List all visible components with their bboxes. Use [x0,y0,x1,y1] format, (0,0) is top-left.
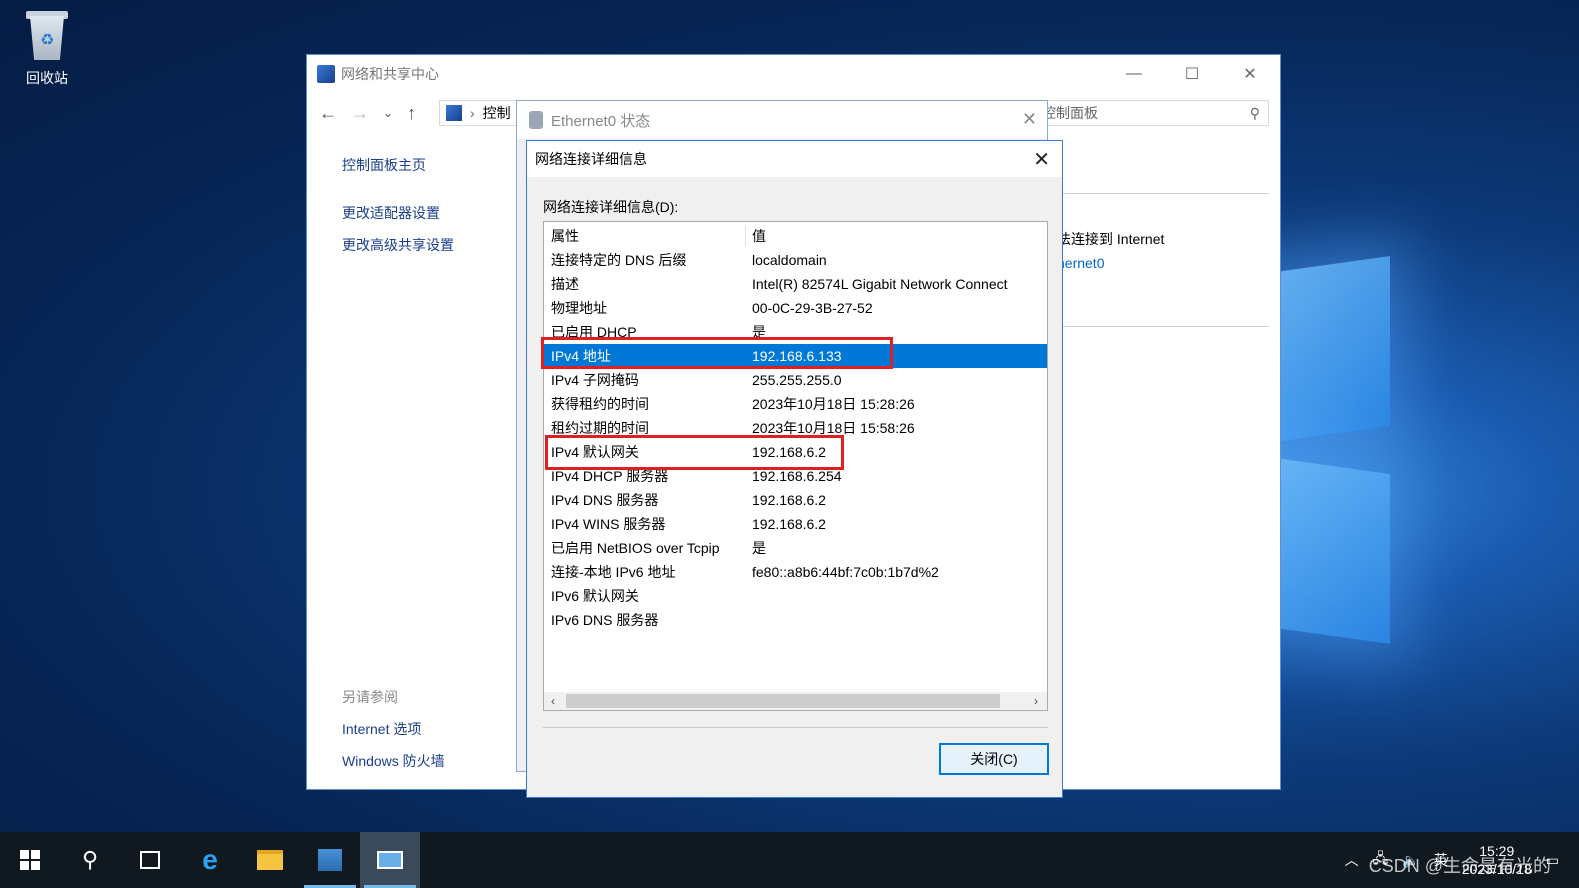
recycle-bin-label: 回收站 [26,70,68,86]
network-adapter-icon [529,111,543,129]
ipv4-address-highlight [541,337,893,369]
close-icon[interactable]: ✕ [1033,147,1050,172]
close-icon[interactable]: ✕ [1022,109,1037,130]
see-also-header: 另请参阅 [342,689,398,705]
value-cell: 255.255.255.0 [752,372,842,388]
value-cell: 192.168.6.2 [752,492,826,508]
scrollbar-thumb[interactable] [566,694,1000,708]
table-row[interactable]: 已启用 NetBIOS over Tcpip 是 [544,536,1047,560]
ethernet-window-title: Ethernet0 状态 [551,112,651,130]
see-also-section: 另请参阅 Internet 选项 Windows 防火墙 [342,687,445,783]
table-row[interactable]: 连接特定的 DNS 后缀 localdomain [544,248,1047,272]
network-center-icon [317,65,335,83]
dialog-title: 网络连接详细信息 [535,151,647,167]
control-panel-icon [446,105,462,121]
task-view-button[interactable] [120,832,180,888]
value-cell: localdomain [752,252,827,268]
internet-options-link[interactable]: Internet 选项 [342,719,445,739]
property-cell: IPv4 WINS 服务器 [551,516,666,532]
breadcrumb-separator-icon: › [470,105,475,121]
details-list-label: 网络连接详细信息(D): [543,199,679,215]
property-cell: 已启用 NetBIOS over Tcpip [551,540,720,556]
up-arrow-icon[interactable]: ↑ [407,103,416,124]
table-row[interactable]: IPv6 DNS 服务器 [544,608,1047,632]
table-row[interactable]: IPv4 WINS 服务器 192.168.6.2 [544,512,1047,536]
divider [1057,193,1269,194]
start-button[interactable] [0,832,60,888]
search-box[interactable]: 索控制面板 ⚲ [1019,100,1269,126]
forward-arrow-icon[interactable]: → [351,103,369,124]
close-button[interactable]: 关闭(C) [939,743,1049,775]
table-row[interactable]: 连接-本地 IPv6 地址 fe80::a8b6:44bf:7c0b:1b7d%2 [544,560,1047,584]
recycle-bin[interactable]: ♻ 回收站 [14,8,80,88]
table-row[interactable]: 物理地址 00-0C-29-3B-27-52 [544,296,1047,320]
divider [1057,326,1269,327]
change-adapter-settings-link[interactable]: 更改适配器设置 [342,203,454,223]
property-cell: 连接特定的 DNS 后缀 [551,252,687,268]
recent-dropdown-icon[interactable]: ⌄ [383,106,393,120]
ethernet-connection-link[interactable]: hernet0 [1057,255,1164,271]
server-manager-button[interactable] [300,832,360,888]
windows-start-icon [20,850,40,870]
property-cell: 获得租约的时间 [551,396,649,412]
change-advanced-sharing-link[interactable]: 更改高级共享设置 [342,235,454,255]
table-row[interactable]: IPv4 子网掩码 255.255.255.0 [544,368,1047,392]
value-cell: 2023年10月18日 15:28:26 [752,396,915,412]
ipv4-gateway-highlight [545,435,844,470]
table-row[interactable]: 描述 Intel(R) 82574L Gigabit Network Connec… [544,272,1047,296]
window-controls: — ☐ ✕ [1105,61,1279,87]
search-button[interactable]: ⚲ [60,832,120,888]
property-cell: IPv6 默认网关 [551,588,639,604]
column-header-value[interactable]: 值 [752,226,766,246]
internet-explorer-button[interactable]: e [180,832,240,888]
taskbar: ⚲ e ︿ 🖧 🔈 英 15:29 2023/10/18 ▭ CSDN @生命是… [0,832,1579,888]
property-cell: 描述 [551,276,579,292]
horizontal-scrollbar[interactable]: ‹ › [544,692,1047,710]
maximize-button[interactable]: ☐ [1163,61,1221,87]
property-cell: IPv4 DNS 服务器 [551,492,659,508]
value-cell: 是 [752,540,766,556]
column-header-property[interactable]: 属性 [551,226,579,246]
connection-info: 法连接到 Internet hernet0 [1057,229,1164,271]
left-navigation: 控制面板主页 更改适配器设置 更改高级共享设置 [342,155,454,267]
recycle-bin-icon: ♻ [24,8,70,62]
internet-explorer-icon: e [202,844,218,875]
scroll-left-icon[interactable]: ‹ [544,694,562,708]
value-cell: 192.168.6.2 [752,516,826,532]
control-panel-home-link[interactable]: 控制面板主页 [342,155,454,175]
control-panel-taskbar-button[interactable] [360,832,420,888]
table-row[interactable]: IPv4 DNS 服务器 192.168.6.2 [544,488,1047,512]
file-explorer-button[interactable] [240,832,300,888]
ethernet-titlebar: Ethernet0 状态 [517,101,1047,139]
minimize-button[interactable]: — [1105,61,1163,87]
close-window-button[interactable]: ✕ [1221,61,1279,87]
scroll-right-icon[interactable]: › [1027,694,1045,708]
table-row[interactable]: IPv6 默认网关 [544,584,1047,608]
value-cell: Intel(R) 82574L Gigabit Network Connect [752,276,1008,292]
property-cell: IPv6 DNS 服务器 [551,612,659,628]
server-manager-icon [318,849,342,871]
control-panel-icon [377,851,403,869]
watermark-text: CSDN @生命是有光的 [1368,856,1551,876]
table-row[interactable]: 获得租约的时间 2023年10月18日 15:28:26 [544,392,1047,416]
value-cell: 00-0C-29-3B-27-52 [752,300,873,316]
back-arrow-icon[interactable]: ← [319,103,337,124]
divider [543,727,1048,728]
chevron-up-icon[interactable]: ︿ [1345,850,1359,870]
list-header[interactable]: 属性 值 [544,224,1047,248]
property-cell: 连接-本地 IPv6 地址 [551,564,676,580]
value-cell: fe80::a8b6:44bf:7c0b:1b7d%2 [752,564,939,580]
property-cell: 物理地址 [551,300,607,316]
search-icon[interactable]: ⚲ [1250,105,1260,122]
access-type-text: 法连接到 Internet [1057,231,1165,247]
folder-icon [257,850,283,870]
value-cell: 192.168.6.254 [752,468,842,484]
task-view-icon [140,851,160,869]
breadcrumb[interactable]: 控制 [483,103,511,123]
windows-firewall-link[interactable]: Windows 防火墙 [342,751,445,771]
search-icon: ⚲ [81,847,99,872]
main-window-title: 网络和共享中心 [341,66,439,82]
property-cell: IPv4 子网掩码 [551,372,639,388]
dialog-titlebar: 网络连接详细信息 [527,141,1062,177]
